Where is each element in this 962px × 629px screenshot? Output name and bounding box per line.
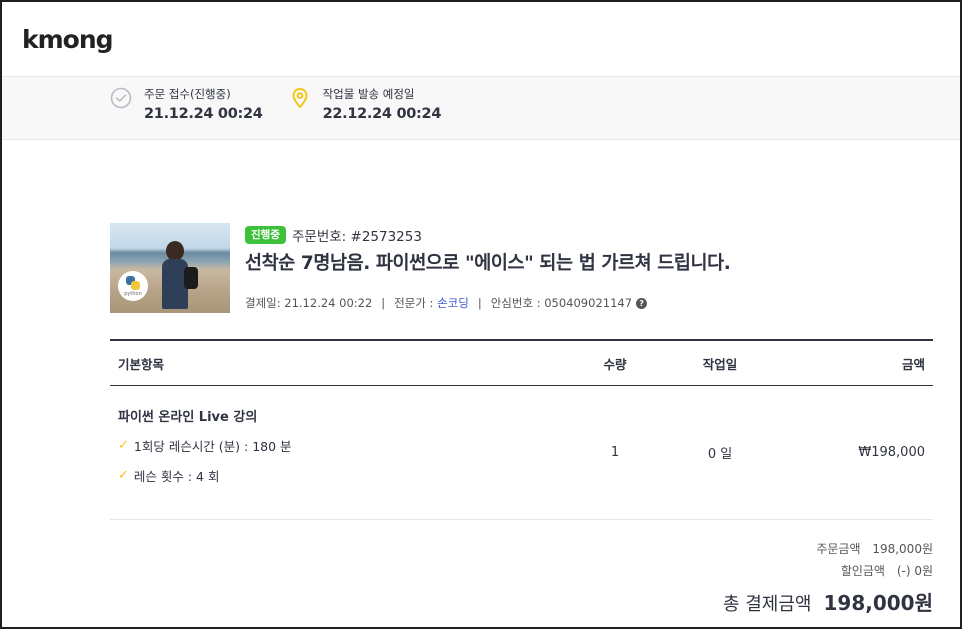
order-totals: 주문금액 198,000원 할인금액 (-) 0원 총 결제금액 198,000… (110, 538, 933, 616)
kmong-logo[interactable]: kmong (22, 25, 114, 54)
status-order-received: 주문 접수(진행중) 21.12.24 00:24 (110, 85, 263, 124)
expert-label: 전문가 : (394, 296, 434, 310)
order-amount-line: 주문금액 198,000원 (110, 538, 933, 560)
table-header-row: 기본항목 수량 작업일 금액 (110, 339, 933, 386)
total-payment-line: 총 결제금액 198,000원 (110, 587, 933, 616)
total-payment-value: 198,000원 (823, 591, 934, 615)
meta-divider: | (477, 296, 482, 310)
meta-divider: | (381, 296, 386, 310)
order-detail-window: kmong 주문 접수(진행중) 21.12.24 00:24 작업물 발송 예… (0, 0, 962, 629)
order-number: 주문번호: #2573253 (291, 229, 422, 245)
header: kmong (2, 2, 960, 77)
status-received-label: 주문 접수(진행중) (144, 87, 231, 101)
safe-number: 안심번호 : 050409021147 (490, 296, 633, 310)
order-items-table: 기본항목 수량 작업일 금액 파이썬 온라인 Live 강의 ✓ 1회당 레슨시… (110, 339, 933, 520)
status-badge: 진행중 (245, 226, 286, 244)
status-delivery-due: 작업물 발송 예정일 22.12.24 00:24 (289, 85, 442, 124)
option-text: 레슨 횟수 : 4 회 (133, 469, 220, 484)
service-title[interactable]: 선착순 7명남음. 파이썬으로 "에이스" 되는 법 가르쳐 드립니다. (245, 249, 731, 275)
table-row: 파이썬 온라인 Live 강의 ✓ 1회당 레슨시간 (분) : 180 분 ✓… (110, 385, 933, 520)
status-received-date: 21.12.24 00:24 (144, 106, 263, 122)
order-amount-value: 198,000원 (872, 542, 933, 556)
python-logo-icon: python (118, 271, 148, 301)
discount-label: 할인금액 (840, 564, 885, 578)
order-info: 진행중 주문번호: #2573253 선착순 7명남음. 파이썬으로 "에이스"… (245, 223, 731, 313)
service-thumbnail[interactable]: python (110, 223, 230, 313)
item-option: ✓ 레슨 횟수 : 4 회 (118, 466, 573, 485)
col-qty: 수량 (574, 339, 656, 386)
order-meta: 결제일: 21.12.24 00:22 | 전문가 : 손코딩 | 안심번호 :… (245, 295, 730, 311)
discount-line: 할인금액 (-) 0원 (110, 560, 933, 582)
order-amount-label: 주문금액 (816, 542, 861, 556)
python-logo-text: python (124, 290, 142, 297)
check-icon: ✓ (118, 438, 129, 453)
check-icon: ✓ (118, 468, 129, 483)
order-content: python 진행중 주문번호: #2573253 선착순 7명남음. 파이썬으… (110, 223, 933, 616)
status-delivery-label: 작업물 발송 예정일 (322, 87, 415, 101)
col-item: 기본항목 (110, 339, 574, 386)
item-option: ✓ 1회당 레슨시간 (분) : 180 분 (118, 436, 573, 455)
location-pin-icon (292, 87, 308, 109)
help-icon[interactable]: ? (636, 297, 648, 309)
col-amount: 금액 (784, 339, 933, 386)
order-status-bar: 주문 접수(진행중) 21.12.24 00:24 작업물 발송 예정일 22.… (2, 77, 960, 140)
total-payment-label: 총 결제금액 (722, 594, 812, 615)
discount-value: (-) 0원 (896, 564, 933, 578)
item-amount: ₩198,000 (784, 385, 933, 520)
check-circle-icon (110, 87, 132, 109)
paid-date: 결제일: 21.12.24 00:22 (245, 296, 373, 310)
item-qty: 1 (574, 385, 656, 520)
option-text: 1회당 레슨시간 (분) : 180 분 (133, 439, 292, 454)
status-delivery-date: 22.12.24 00:24 (322, 106, 442, 122)
item-cell: 파이썬 온라인 Live 강의 ✓ 1회당 레슨시간 (분) : 180 분 ✓… (110, 385, 574, 520)
item-name: 파이썬 온라인 Live 강의 (118, 410, 258, 425)
item-days: 0 일 (656, 385, 784, 520)
expert-name-link[interactable]: 손코딩 (437, 295, 469, 311)
order-summary: python 진행중 주문번호: #2573253 선착순 7명남음. 파이썬으… (110, 223, 933, 313)
col-days: 작업일 (656, 339, 784, 386)
